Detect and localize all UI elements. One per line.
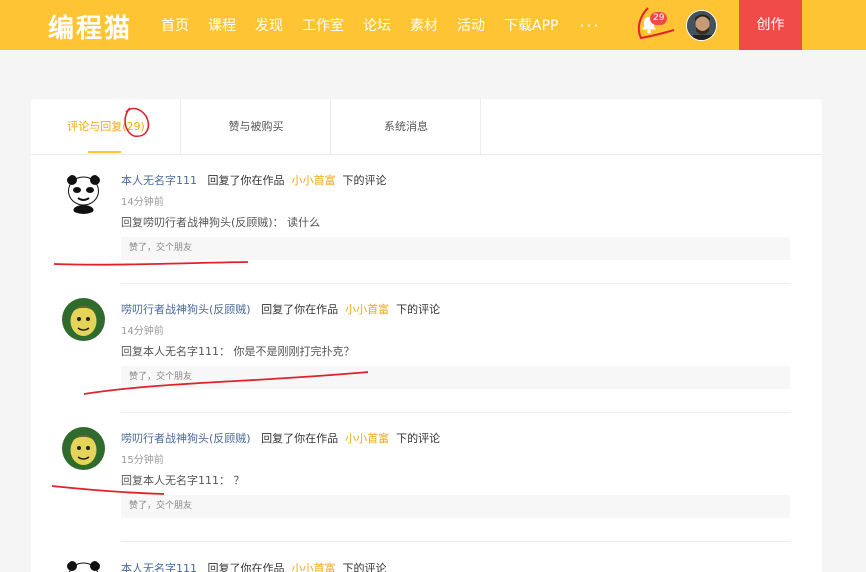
- action-text: 回复了你在作品: [261, 303, 339, 316]
- action-text: 回复了你在作品: [207, 174, 285, 187]
- divider: [121, 283, 790, 284]
- like-message[interactable]: 赞了，交个朋友: [121, 237, 790, 260]
- like-message[interactable]: 赞了，交个朋友: [121, 495, 790, 518]
- notification-line: 唠叨行者战神狗头(反顾贼) 回复了你在作品 小小首富 下的评论: [121, 430, 440, 446]
- work-link[interactable]: 小小首富: [292, 174, 336, 187]
- panda-meme-icon[interactable]: [62, 557, 105, 572]
- notification-badge: 29: [650, 12, 668, 25]
- like-message[interactable]: 赞了，交个朋友: [121, 366, 790, 389]
- panda-meme-icon[interactable]: [62, 171, 105, 214]
- timestamp: 15分钟前: [121, 455, 164, 466]
- nav-discover[interactable]: 发现: [255, 15, 283, 35]
- messages-panel: 评论与回复(29) 赞与被购买 系统消息 本人无名字111 回复了你在作品 小小: [31, 99, 822, 572]
- nav-materials[interactable]: 素材: [410, 15, 438, 35]
- user-link[interactable]: 唠叨行者战神狗头(反顾贼): [121, 303, 251, 316]
- suffix-text: 下的评论: [396, 432, 441, 445]
- notification-line: 唠叨行者战神狗头(反顾贼) 回复了你在作品 小小首富 下的评论: [121, 301, 440, 317]
- message-tabs: 评论与回复(29) 赞与被购买 系统消息: [31, 99, 822, 155]
- divider: [121, 541, 790, 542]
- top-navigation-bar: 编程猫 首页 课程 发现 工作室 论坛 素材 活动 下载APP ··· 29 创…: [0, 0, 866, 50]
- timestamp: 14分钟前: [121, 326, 164, 337]
- tab-divider: [480, 99, 481, 155]
- nav-studio[interactable]: 工作室: [302, 15, 344, 35]
- nav-download-app[interactable]: 下载APP: [504, 15, 558, 35]
- action-text: 回复了你在作品: [207, 562, 285, 572]
- tab-likes-purchases[interactable]: 赞与被购买: [181, 99, 331, 155]
- divider: [121, 412, 790, 413]
- user-link[interactable]: 本人无名字111: [121, 562, 197, 572]
- nav-courses[interactable]: 课程: [208, 15, 236, 35]
- work-link[interactable]: 小小首富: [345, 432, 389, 445]
- notification-line: 本人无名字111 回复了你在作品 小小首富 下的评论: [121, 172, 387, 188]
- nav-more-icon[interactable]: ···: [579, 16, 600, 35]
- nav-events[interactable]: 活动: [457, 15, 485, 35]
- reply-text: 回复本人无名字111： 你是不是刚刚打完扑克？: [121, 345, 355, 358]
- suffix-text: 下的评论: [396, 303, 441, 316]
- cartoon-face-icon[interactable]: [62, 298, 105, 341]
- reply-text: 回复唠叨行者战神狗头(反顾贼)： 读什么: [121, 216, 321, 229]
- suffix-text: 下的评论: [342, 174, 387, 187]
- user-link[interactable]: 唠叨行者战神狗头(反顾贼): [121, 432, 251, 445]
- work-link[interactable]: 小小首富: [345, 303, 389, 316]
- user-avatar[interactable]: [686, 10, 717, 41]
- action-text: 回复了你在作品: [261, 432, 339, 445]
- nav-forum[interactable]: 论坛: [363, 15, 391, 35]
- site-logo[interactable]: 编程猫: [48, 8, 132, 45]
- work-link[interactable]: 小小首富: [292, 562, 336, 572]
- timestamp: 14分钟前: [121, 197, 164, 208]
- suffix-text: 下的评论: [342, 562, 387, 572]
- tab-system-messages[interactable]: 系统消息: [331, 99, 481, 155]
- tab-comments-replies[interactable]: 评论与回复(29): [31, 99, 181, 155]
- nav-home[interactable]: 首页: [161, 15, 189, 35]
- create-button[interactable]: 创作: [739, 0, 802, 50]
- user-link[interactable]: 本人无名字111: [121, 174, 197, 187]
- notification-line: 本人无名字111 回复了你在作品 小小首富 下的评论: [121, 560, 387, 572]
- main-nav: 首页 课程 发现 工作室 论坛 素材 活动 下载APP ···: [161, 0, 601, 50]
- active-tab-indicator: [88, 151, 121, 153]
- cartoon-face-icon[interactable]: [62, 427, 105, 470]
- reply-text: 回复本人无名字111： ？: [121, 474, 245, 487]
